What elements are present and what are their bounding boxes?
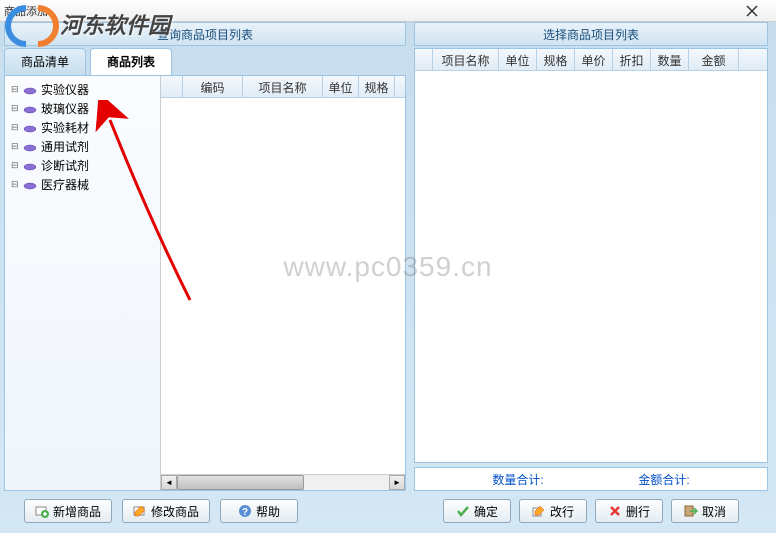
help-button[interactable]: ? 帮助 <box>220 499 298 523</box>
tree-item-label: 实验仪器 <box>41 81 89 98</box>
grid-col-unit[interactable]: 单位 <box>323 76 359 97</box>
tree-item-label: 诊断试剂 <box>41 157 89 174</box>
scroll-thumb[interactable] <box>177 475 304 490</box>
tree-item[interactable]: ⊟ 诊断试剂 <box>7 156 158 175</box>
left-panel: 查询商品项目列表 商品清单 商品列表 ⊟ 实验仪器 ⊟ 玻璃仪器 ⊟ <box>0 22 412 533</box>
svg-text:?: ? <box>242 507 248 518</box>
grid-col-discount[interactable]: 折扣 <box>613 49 651 70</box>
modify-button-label: 改行 <box>550 503 574 520</box>
add-icon <box>35 504 49 518</box>
amount-total-label: 金额合计: <box>638 471 689 488</box>
left-grid-header: 编码 项目名称 单位 规格 <box>161 76 405 98</box>
delete-row-button[interactable]: 删行 <box>595 499 663 523</box>
category-icon <box>23 142 37 152</box>
tree-item[interactable]: ⊟ 实验耗材 <box>7 118 158 137</box>
main-container: 查询商品项目列表 商品清单 商品列表 ⊟ 实验仪器 ⊟ 玻璃仪器 ⊟ <box>0 22 776 533</box>
summary-bar: 数量合计: 金额合计: <box>414 467 768 491</box>
grid-col-indicator[interactable] <box>415 49 433 70</box>
grid-col-unit[interactable]: 单位 <box>499 49 537 70</box>
qty-total-label: 数量合计: <box>492 471 543 488</box>
cancel-button[interactable]: 取消 <box>671 499 739 523</box>
add-product-button[interactable]: 新增商品 <box>24 499 112 523</box>
edit-button-label: 修改商品 <box>151 503 199 520</box>
tree-expand-icon[interactable]: ⊟ <box>11 122 23 133</box>
category-icon <box>23 180 37 190</box>
left-grid: 编码 项目名称 单位 规格 ◄ ► <box>161 76 405 490</box>
cancel-button-label: 取消 <box>702 503 726 520</box>
tree-expand-icon[interactable]: ⊟ <box>11 84 23 95</box>
tree-item[interactable]: ⊟ 实验仪器 <box>7 80 158 99</box>
tab-product-list[interactable]: 商品清单 <box>4 48 86 76</box>
right-grid: 项目名称 单位 规格 单价 折扣 数量 金额 <box>414 48 768 463</box>
tree-expand-icon[interactable]: ⊟ <box>11 179 23 190</box>
scroll-right-arrow-icon[interactable]: ► <box>389 475 405 490</box>
tree-item-label: 玻璃仪器 <box>41 100 89 117</box>
window-close-button[interactable] <box>732 2 772 20</box>
help-icon: ? <box>238 504 252 518</box>
tabs-container: 商品清单 商品列表 <box>4 48 406 76</box>
right-grid-body[interactable] <box>415 71 767 462</box>
right-panel-header: 选择商品项目列表 <box>414 22 768 46</box>
category-icon <box>23 104 37 114</box>
check-icon <box>456 504 470 518</box>
modify-row-button[interactable]: 改行 <box>519 499 587 523</box>
help-button-label: 帮助 <box>256 503 280 520</box>
grid-col-amount[interactable]: 金额 <box>689 49 739 70</box>
tree-item[interactable]: ⊟ 医疗器械 <box>7 175 158 194</box>
tree-item-label: 医疗器械 <box>41 176 89 193</box>
left-panel-header: 查询商品项目列表 <box>4 22 406 46</box>
tree-expand-icon[interactable]: ⊟ <box>11 141 23 152</box>
delete-button-label: 删行 <box>626 503 650 520</box>
grid-col-qty[interactable]: 数量 <box>651 49 689 70</box>
edit-product-button[interactable]: 修改商品 <box>122 499 210 523</box>
ok-button[interactable]: 确定 <box>443 499 511 523</box>
window-title: 商品添加 <box>4 3 48 19</box>
delete-icon <box>608 504 622 518</box>
grid-col-code[interactable]: 编码 <box>183 76 243 97</box>
pencil-icon <box>532 504 546 518</box>
window-titlebar: 商品添加 <box>0 0 776 22</box>
ok-button-label: 确定 <box>474 503 498 520</box>
grid-col-name[interactable]: 项目名称 <box>243 76 323 97</box>
left-grid-body[interactable] <box>161 98 405 474</box>
tab-product-table[interactable]: 商品列表 <box>90 48 172 76</box>
category-tree: ⊟ 实验仪器 ⊟ 玻璃仪器 ⊟ 实验耗材 ⊟ 通用试剂 <box>5 76 161 490</box>
grid-col-indicator[interactable] <box>161 76 183 97</box>
tree-expand-icon[interactable]: ⊟ <box>11 103 23 114</box>
grid-col-price[interactable]: 单价 <box>575 49 613 70</box>
grid-col-spec[interactable]: 规格 <box>537 49 575 70</box>
exit-icon <box>684 504 698 518</box>
tree-item[interactable]: ⊟ 通用试剂 <box>7 137 158 156</box>
left-content-area: ⊟ 实验仪器 ⊟ 玻璃仪器 ⊟ 实验耗材 ⊟ 通用试剂 <box>4 75 406 491</box>
scroll-track[interactable] <box>177 475 389 490</box>
right-button-bar: 确定 改行 删行 取消 <box>414 495 768 527</box>
scroll-left-arrow-icon[interactable]: ◄ <box>161 475 177 490</box>
right-panel: 选择商品项目列表 项目名称 单位 规格 单价 折扣 数量 金额 数量合计: 金额… <box>412 22 772 533</box>
grid-col-spec[interactable]: 规格 <box>359 76 395 97</box>
add-button-label: 新增商品 <box>53 503 101 520</box>
tree-item-label: 通用试剂 <box>41 138 89 155</box>
category-icon <box>23 161 37 171</box>
category-icon <box>23 123 37 133</box>
tree-item-label: 实验耗材 <box>41 119 89 136</box>
right-grid-header: 项目名称 单位 规格 单价 折扣 数量 金额 <box>415 49 767 71</box>
category-icon <box>23 85 37 95</box>
left-button-bar: 新增商品 修改商品 ? 帮助 <box>4 495 406 527</box>
tree-item[interactable]: ⊟ 玻璃仪器 <box>7 99 158 118</box>
edit-icon <box>133 504 147 518</box>
horizontal-scrollbar[interactable]: ◄ ► <box>161 474 405 490</box>
tree-expand-icon[interactable]: ⊟ <box>11 160 23 171</box>
grid-col-name[interactable]: 项目名称 <box>433 49 499 70</box>
